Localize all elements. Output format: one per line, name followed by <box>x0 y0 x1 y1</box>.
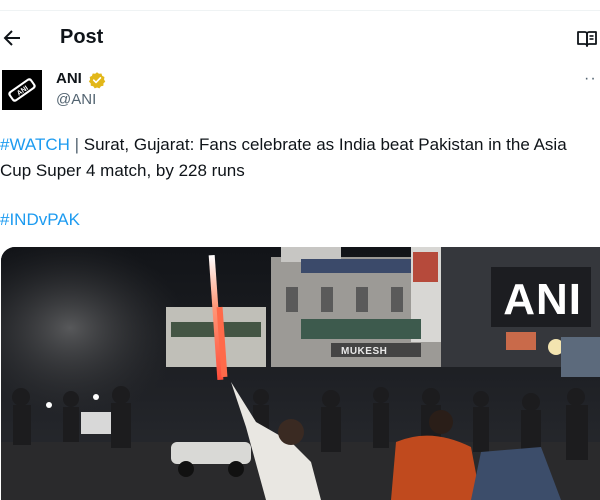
page-title: Post <box>60 26 104 48</box>
shop-sign: MUKESH <box>341 346 388 357</box>
author-handle[interactable]: @ANI <box>56 91 96 108</box>
tweet-separator: | <box>69 135 84 154</box>
post-header: Post <box>0 14 600 64</box>
reader-mode-icon <box>577 31 597 47</box>
back-button[interactable] <box>0 26 24 50</box>
author-name[interactable]: ANI <box>56 70 82 87</box>
ani-logo-icon: ANI <box>2 70 42 110</box>
avatar[interactable]: ANI <box>2 70 42 110</box>
more-options-icon[interactable]: ·· <box>584 70 597 88</box>
tweet-text: #WATCH | Surat, Gujarat: Fans celebrate … <box>0 132 598 184</box>
tweet-body: Surat, Gujarat: Fans celebrate as India … <box>0 135 567 180</box>
tweet-tag-link[interactable]: #WATCH <box>0 135 70 154</box>
reader-mode-button[interactable] <box>576 28 598 50</box>
arrow-left-icon <box>3 30 20 46</box>
tweet-video[interactable]: MUKESH ANI <box>1 247 600 500</box>
verified-badge-icon <box>88 71 106 89</box>
video-watermark: ANI <box>503 275 582 324</box>
top-divider <box>0 0 600 11</box>
hashtag-link[interactable]: #INDvPAK <box>0 207 80 233</box>
